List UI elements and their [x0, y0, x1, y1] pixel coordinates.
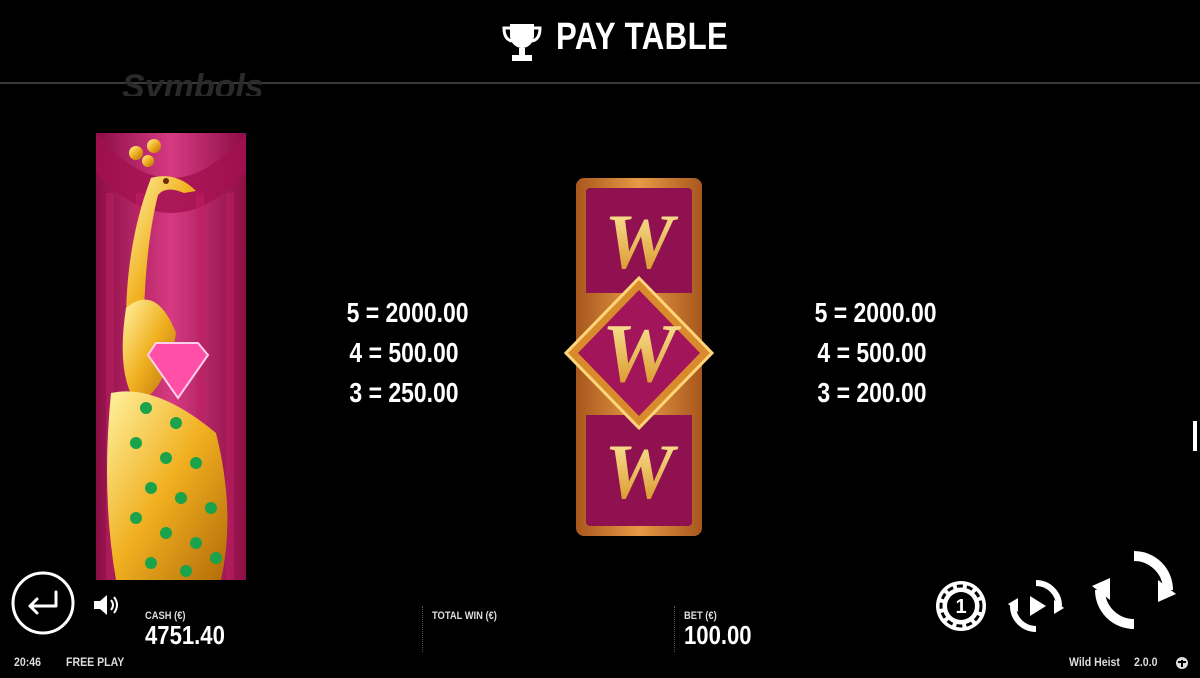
clock: 20:46 — [14, 655, 42, 669]
coin-value-icon[interactable]: 1 — [933, 578, 989, 634]
trophy-icon — [502, 24, 542, 61]
wild-letter-main: W — [602, 307, 682, 400]
footer-divider — [674, 606, 675, 652]
cash-value: 4751.40 — [145, 620, 225, 650]
payout-5: 5 = 2000.00 — [346, 297, 469, 328]
payout-3: 3 = 200.00 — [817, 377, 927, 408]
wild-letter-top: W — [604, 198, 678, 285]
footer-divider — [422, 606, 423, 652]
back-arrow-icon[interactable] — [10, 570, 76, 636]
page-title: PAY TABLE — [556, 16, 729, 58]
scroll-indicator[interactable] — [1193, 421, 1197, 451]
peacock-payouts: 5 = 2000.00 4 = 500.00 3 = 250.00 — [346, 293, 469, 413]
logo-icon — [1176, 657, 1188, 669]
wild-symbol: W W W — [564, 178, 714, 536]
wild-payouts: 5 = 2000.00 4 = 500.00 3 = 200.00 — [814, 293, 937, 413]
wild-letter-bottom: W — [604, 428, 678, 515]
coin-value: 1 — [955, 596, 966, 618]
autoplay-icon[interactable] — [1008, 578, 1064, 634]
bet-value: 100.00 — [684, 620, 752, 650]
section-title: Symbols — [122, 68, 264, 96]
payout-4: 4 = 500.00 — [817, 337, 927, 368]
payout-4: 4 = 500.00 — [349, 337, 459, 368]
game-version: 2.0.0 — [1134, 655, 1158, 669]
total-win-label: TOTAL WIN (€) — [432, 610, 497, 622]
play-mode: FREE PLAY — [66, 655, 125, 669]
payout-3: 3 = 250.00 — [349, 377, 459, 408]
peacock-symbol — [96, 133, 246, 580]
game-name: Wild Heist — [1069, 655, 1120, 669]
spin-icon[interactable] — [1092, 548, 1176, 632]
speaker-icon[interactable] — [92, 593, 120, 617]
payout-5: 5 = 2000.00 — [814, 297, 937, 328]
